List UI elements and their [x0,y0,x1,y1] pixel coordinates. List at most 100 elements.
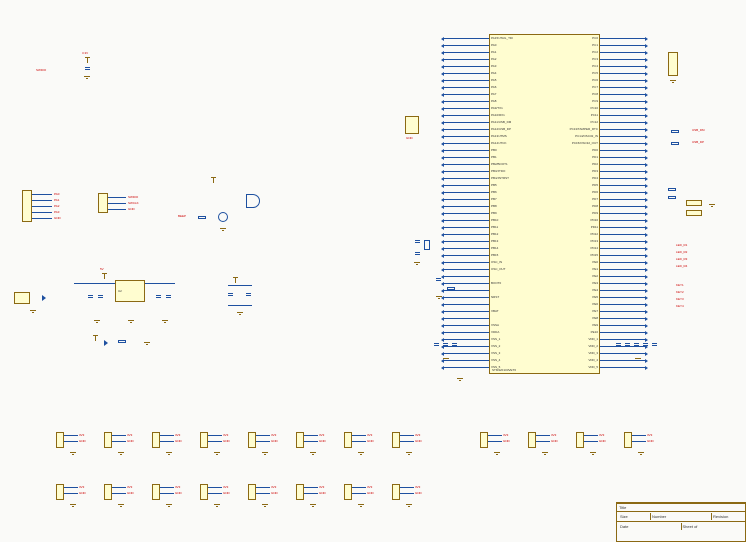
ic-wire-left-16 [444,150,489,151]
ic-wire-right-22 [600,192,645,193]
ic-wire-left-6 [444,80,489,81]
hdr-gnd-J2 [118,452,124,458]
ic-wire-right-40 [600,318,645,319]
ic-pintext-right-16: PD0 [592,148,598,152]
res-usb-2 [671,142,679,145]
ic-wire-right-24 [600,206,645,207]
ic-arrow-right-5 [645,72,648,76]
hdr-gnd-J5 [262,452,268,458]
hdr-net-J3-1: GND [175,439,182,443]
tb-sheet: Sheet of [682,523,744,530]
header-J17 [248,484,256,500]
ic-arrow-right-32 [645,261,648,265]
hdr-wire-J8-1 [400,441,414,442]
hdr-gnd-J18 [310,504,316,510]
ic-wire-right-6 [600,80,645,81]
header-J2 [104,432,112,448]
net-swdio-tl: SWDIO [36,68,46,72]
net-5v: 5V [100,267,104,271]
net-p2-3: GND [128,207,135,211]
header-p1 [22,190,32,222]
wire-p1-2 [32,200,52,201]
ic-pintext-right-46: VDD_4 [588,358,598,362]
ic-arrow-left-15 [441,142,444,146]
header-J6 [296,432,304,448]
ic-arrow-right-25 [645,212,648,216]
ic-pintext-left-35: BOOT0 [491,281,501,285]
ic-wire-left-1 [444,45,489,46]
ic-pintext-left-32: OSC_IN [491,260,502,264]
ic-arrow-left-2 [441,51,444,55]
header-connector-p3 [405,116,419,134]
hdr-wire-J12-1 [632,441,646,442]
cap-reg-in [90,292,91,300]
header-J13 [56,484,64,500]
ic-arrow-left-22 [441,191,444,195]
ic-wire-right-45 [600,353,645,354]
title-block: Title Size Number Revision Date Sheet of [616,502,746,542]
ic-pintext-right-12: PC12 [590,120,598,124]
ic-wire-right-47 [600,367,645,368]
hdr-wire-J20-0 [400,487,414,488]
hdr-net-J3-0: 3V3 [175,433,180,437]
ic-pintext-left-22: PB6 [491,190,497,194]
net-p1-1: PA0 [54,192,59,196]
hdr-gnd-J7 [358,452,364,458]
ic-pintext-right-27: PD11 [591,225,598,229]
ic-wire-left-28 [444,234,489,235]
power-connector [14,292,30,304]
ic-wire-right-5 [600,73,645,74]
ic-arrow-left-35 [441,282,444,286]
ic-arrow-right-4 [645,65,648,69]
ic-pintext-left-14: PA13/JTMS [491,134,507,138]
net-p1-4: PA3 [54,210,59,214]
wire-cap-bot [228,305,252,306]
ic-wire-left-24 [444,206,489,207]
hdr-wire-J17-1 [256,493,270,494]
ic-arrow-left-6 [441,79,444,83]
ic-arrow-right-33 [645,268,648,272]
ic-wire-left-19 [444,171,489,172]
ic-arrow-right-24 [645,205,648,209]
hdr-wire-J3-1 [160,441,174,442]
ic-wire-left-45 [444,353,489,354]
net-p2-2: SWCLK [128,201,139,205]
gnd-vss [457,378,463,384]
ic-pintext-left-4: PA3 [491,64,496,68]
ic-wire-left-27 [444,227,489,228]
hdr-wire-J14-1 [112,493,126,494]
hdr-wire-J13-0 [64,487,78,488]
ic-pintext-right-31: PD15 [590,253,598,257]
tb-size: Size [619,513,651,520]
hdr-wire-J3-0 [160,435,174,436]
ic-arrow-right-37 [645,296,648,300]
net-p1-3: PA2 [54,204,59,208]
ic-pintext-left-24: PB8 [491,204,497,208]
hdr-wire-J16-1 [208,493,222,494]
ic-pintext-right-37: PE5 [592,295,598,299]
hdr-net-J8-0: 3V3 [415,433,420,437]
res-usb-1 [671,130,679,133]
cap-tl [87,64,88,72]
ic-wire-right-32 [600,262,645,263]
ic-pintext-right-40: PE8 [592,316,598,320]
hdr-wire-J18-1 [304,493,318,494]
gnd-switch [709,204,715,210]
ic-wire-right-17 [600,157,645,158]
ic-pintext-left-13: PA12/USB_DP [491,127,511,131]
main-ic: STM32F103VET6 [489,34,600,374]
ic-wire-right-26 [600,220,645,221]
ic-arrow-left-7 [441,86,444,90]
hdr-net-J11-0: 3V3 [599,433,604,437]
gnd-cap-std [237,312,243,318]
ic-arrow-right-12 [645,121,648,125]
hdr-wire-J4-0 [208,435,222,436]
ic-wire-right-29 [600,241,645,242]
ic-wire-right-25 [600,213,645,214]
ic-wire-left-37 [444,297,489,298]
hdr-gnd-J20 [406,504,412,510]
ic-arrow-left-46 [441,359,444,363]
ic-arrow-left-45 [441,352,444,356]
buzzer [246,194,260,208]
cap-reg-out [158,292,159,300]
